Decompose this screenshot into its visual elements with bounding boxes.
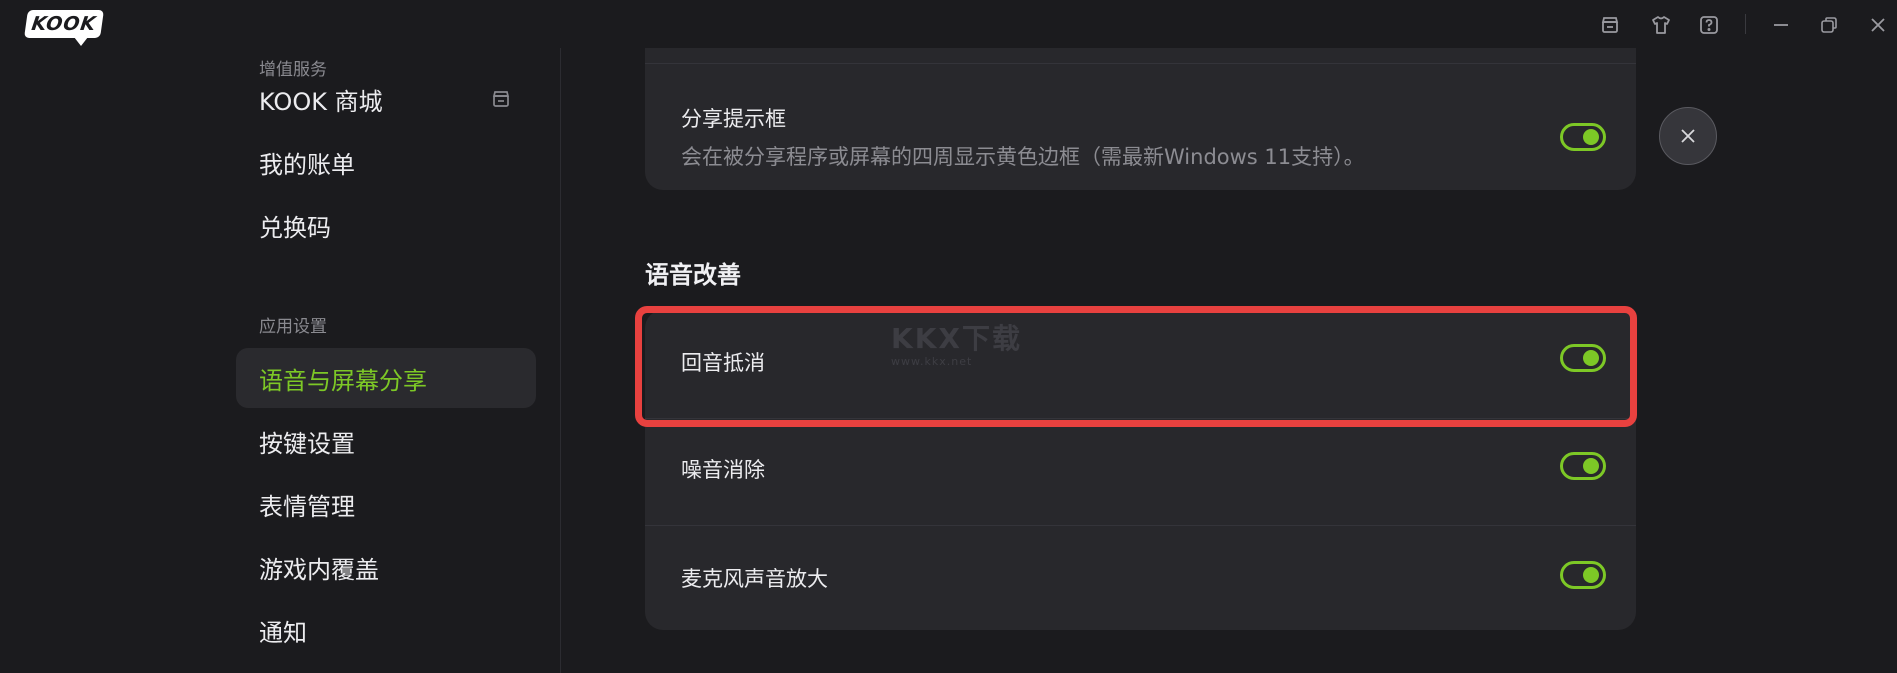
sidebar-item-my-bills[interactable]: 我的账单 [236, 132, 536, 192]
sidebar-item-emoji-management[interactable]: 表情管理 [236, 474, 536, 534]
mic-boost-toggle[interactable] [1560, 561, 1606, 589]
shop-icon [490, 88, 512, 110]
echo-cancellation-row: 回音抵消 [645, 310, 1636, 419]
noise-suppression-row: 噪音消除 [645, 419, 1636, 525]
noise-suppression-toggle[interactable] [1560, 452, 1606, 480]
sidebar-item-voice-screen-share[interactable]: 语音与屏幕分享 [236, 348, 536, 408]
section-label-app-settings: 应用设置 [259, 317, 327, 337]
toggle-knob [1583, 567, 1599, 583]
sidebar-item-notifications[interactable]: 通知 [236, 600, 536, 660]
close-icon [1681, 129, 1695, 143]
sidebar-item-redeem-code[interactable]: 兑换码 [236, 195, 536, 255]
sidebar-item-label: KOOK 商城 [259, 87, 383, 116]
sidebar-item-label: 游戏内覆盖 [259, 555, 379, 584]
title-bar: KOOK [0, 0, 1897, 48]
sidebar-item-label: 兑换码 [259, 213, 331, 242]
noise-suppression-label: 噪音消除 [681, 458, 765, 482]
sidebar-item-game-overlay[interactable]: 游戏内覆盖 [236, 537, 536, 597]
mic-boost-label: 麦克风声音放大 [681, 567, 828, 591]
echo-cancellation-toggle[interactable] [1560, 344, 1606, 372]
row-divider [645, 63, 1636, 64]
share-prompt-toggle[interactable] [1560, 123, 1606, 151]
sidebar-item-label: 我的账单 [259, 150, 355, 179]
settings-sidebar: 增值服务 KOOK 商城 我的账单 兑换码 应用设置 语音与屏幕分享 按键设置 … [0, 48, 560, 673]
sidebar-item-kook-shop[interactable]: KOOK 商城 [236, 69, 536, 129]
share-prompt-title: 分享提示框 [681, 107, 786, 131]
sidebar-item-keybindings[interactable]: 按键设置 [236, 411, 536, 471]
help-icon[interactable] [1696, 12, 1722, 38]
toggle-knob [1583, 458, 1599, 474]
settings-content[interactable]: 分享提示框 会在被分享程序或屏幕的四周显示黄色边框（需最新Windows 11支… [561, 48, 1897, 673]
sidebar-item-label: 通知 [259, 618, 307, 647]
watermark: KKX下载 www.kkx.net [891, 317, 1022, 368]
voice-improvement-card: 回音抵消 噪音消除 麦克风声音放大 [645, 310, 1636, 630]
toggle-knob [1583, 129, 1599, 145]
kook-logo: KOOK [24, 10, 104, 46]
titlebar-separator [1745, 14, 1746, 34]
tshirt-icon[interactable] [1648, 12, 1674, 38]
echo-cancellation-label: 回音抵消 [681, 351, 765, 375]
minimize-icon[interactable] [1768, 12, 1794, 38]
logo-text: KOOK [24, 10, 104, 38]
close-settings-button[interactable] [1659, 107, 1717, 165]
shop-icon[interactable] [1597, 12, 1623, 38]
close-icon[interactable] [1865, 12, 1891, 38]
share-prompt-description: 会在被分享程序或屏幕的四周显示黄色边框（需最新Windows 11支持）。 [681, 145, 1365, 169]
share-settings-card: 分享提示框 会在被分享程序或屏幕的四周显示黄色边框（需最新Windows 11支… [645, 48, 1636, 190]
toggle-knob [1583, 350, 1599, 366]
watermark-main: KKX下载 [891, 322, 1022, 355]
voice-improvement-heading: 语音改善 [645, 261, 741, 289]
sidebar-item-label: 语音与屏幕分享 [259, 366, 427, 395]
sidebar-item-label: 按键设置 [259, 429, 355, 458]
restore-icon[interactable] [1816, 12, 1842, 38]
logo-tail [74, 37, 88, 46]
sidebar-item-label: 表情管理 [259, 492, 355, 521]
mic-boost-row: 麦克风声音放大 [645, 526, 1636, 630]
